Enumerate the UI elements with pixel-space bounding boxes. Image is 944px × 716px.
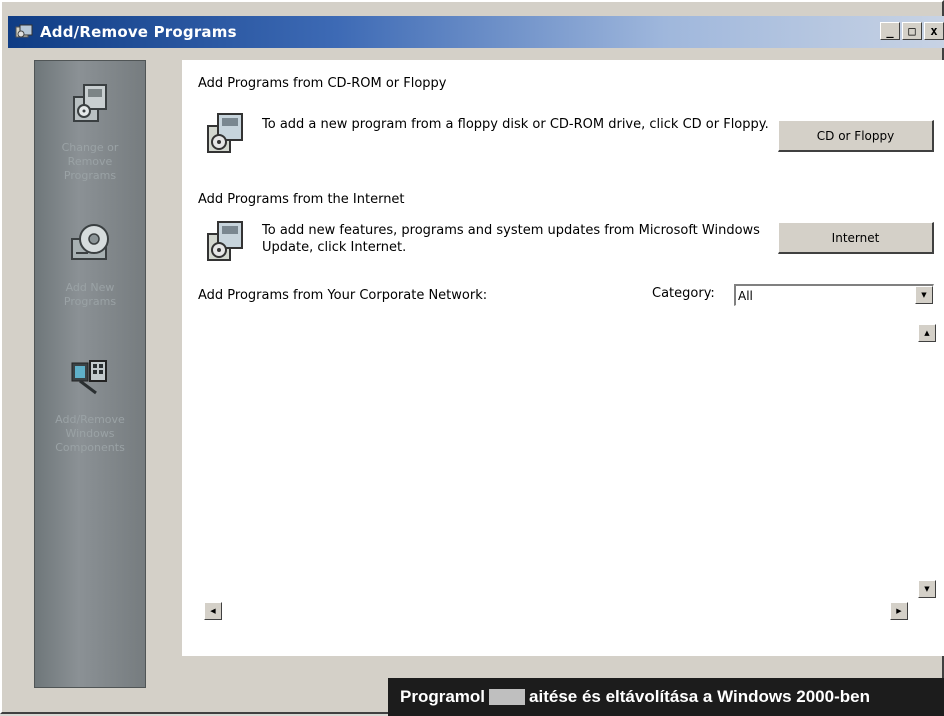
scroll-down-button[interactable]: ▼ xyxy=(918,580,936,598)
scroll-right-button[interactable]: ▶ xyxy=(890,602,908,620)
add-remove-programs-window: Add/Remove Programs _ □ x Change or Remo… xyxy=(0,0,944,716)
windows-components-icon xyxy=(66,351,114,403)
cd-disk-icon xyxy=(66,219,114,271)
sidebar-item-windows-components[interactable]: Add/Remove Windows Components xyxy=(35,351,145,455)
main-panel: Add Programs from CD-ROM or Floppy To ad… xyxy=(182,60,944,656)
cd-or-floppy-button[interactable]: CD or Floppy xyxy=(778,120,934,152)
sidebar: Change or Remove Programs Add New Progra… xyxy=(34,60,146,688)
sidebar-item-label: Add/Remove Windows Components xyxy=(55,413,125,454)
internet-section-description: To add new features, programs and system… xyxy=(262,223,760,255)
window-controls: _ □ x xyxy=(880,22,944,40)
internet-section-title: Add Programs from the Internet xyxy=(198,192,405,207)
scroll-left-button[interactable]: ◀ xyxy=(204,602,222,620)
sidebar-item-change-remove[interactable]: Change or Remove Programs xyxy=(35,79,145,183)
redacted-block xyxy=(489,689,526,705)
caption-text-part2: aitése és eltávolítása a Windows 2000-be… xyxy=(529,687,870,706)
maximize-button[interactable]: □ xyxy=(902,22,922,40)
add-remove-programs-icon xyxy=(14,23,34,41)
category-select[interactable]: All ▼ xyxy=(734,284,934,306)
sidebar-item-add-new[interactable]: Add New Programs xyxy=(35,219,145,309)
window-title: Add/Remove Programs xyxy=(40,23,237,41)
scroll-up-button[interactable]: ▲ xyxy=(918,324,936,342)
caption-overlay: Programol aitése és eltávolítása a Windo… xyxy=(388,678,944,716)
internet-button[interactable]: Internet xyxy=(778,222,934,254)
cd-section-title: Add Programs from CD-ROM or Floppy xyxy=(198,76,447,91)
title-bar[interactable]: Add/Remove Programs _ □ x xyxy=(8,16,944,48)
install-program-icon xyxy=(204,110,248,156)
sidebar-item-label: Add New Programs xyxy=(63,281,117,308)
internet-install-icon xyxy=(204,218,248,264)
cd-section-description: To add a new program from a floppy disk … xyxy=(262,117,769,132)
chevron-down-icon[interactable]: ▼ xyxy=(915,286,933,304)
network-section-title: Add Programs from Your Corporate Network… xyxy=(198,288,488,303)
close-button[interactable]: x xyxy=(924,22,944,40)
caption-text-part1: Programol xyxy=(400,687,486,706)
minimize-button[interactable]: _ xyxy=(880,22,900,40)
category-label: Category: xyxy=(652,286,715,301)
sidebar-item-label: Change or Remove Programs xyxy=(61,141,119,182)
category-value: All xyxy=(738,288,753,303)
install-box-icon xyxy=(66,79,114,131)
